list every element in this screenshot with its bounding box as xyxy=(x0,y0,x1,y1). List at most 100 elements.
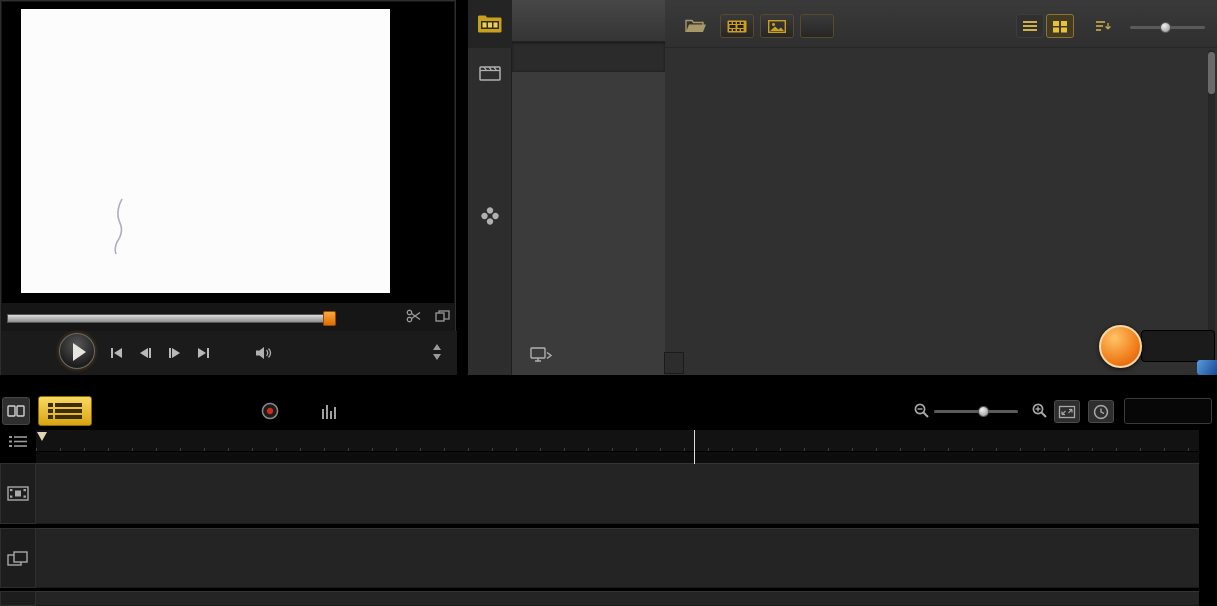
record-capture-button[interactable] xyxy=(256,397,284,425)
timeline-view-icon xyxy=(47,402,83,420)
next-frame-icon-bar xyxy=(169,348,171,358)
browse-button[interactable] xyxy=(512,340,665,368)
preview-canvas xyxy=(21,9,390,293)
next-frame-icon xyxy=(172,348,180,358)
gallery-scrollbar[interactable] xyxy=(1208,50,1215,346)
add-button[interactable] xyxy=(512,0,665,42)
media-gallery xyxy=(665,0,1217,375)
nav-transition[interactable] xyxy=(468,96,512,144)
trim-end-handle[interactable] xyxy=(323,311,336,326)
grid-view-icon xyxy=(1052,20,1068,33)
collapse-panel-button[interactable] xyxy=(664,352,684,374)
overlay-track-header[interactable] xyxy=(0,528,36,588)
enlarge-icon xyxy=(435,310,450,322)
list-view-button[interactable] xyxy=(1016,14,1044,38)
nav-graphic[interactable] xyxy=(468,192,512,240)
instant-project-icon xyxy=(478,62,502,82)
gallery-toolbar xyxy=(665,0,1217,48)
folder-icon xyxy=(685,18,707,34)
redo-button[interactable] xyxy=(198,397,226,425)
mark-out-button[interactable] xyxy=(375,306,397,326)
go-start-button[interactable] xyxy=(103,343,129,363)
filmstrip-icon xyxy=(727,20,747,33)
slider-handle[interactable] xyxy=(1160,22,1171,33)
scrollbar-thumb[interactable] xyxy=(1208,52,1215,94)
nav-filter[interactable] xyxy=(468,240,512,288)
stepper-up-icon xyxy=(433,344,441,350)
project-duration-button[interactable] xyxy=(1088,400,1114,423)
zoom-in-button[interactable] xyxy=(1026,397,1054,425)
sort-button[interactable] xyxy=(1086,14,1120,38)
timeline-timecode xyxy=(1124,398,1212,424)
gallery-grid xyxy=(665,48,1205,350)
cut-clip-button[interactable] xyxy=(403,306,425,326)
upload-speed-row xyxy=(1151,334,1214,347)
skip-end-icon-tri xyxy=(198,348,206,358)
timeline-ruler[interactable] xyxy=(36,430,1199,452)
volume-button[interactable] xyxy=(251,343,277,363)
playhead-marker[interactable] xyxy=(37,432,47,441)
sound-mixer-button[interactable] xyxy=(316,397,344,425)
timeline-view-button[interactable] xyxy=(38,396,92,426)
next-frame-button[interactable] xyxy=(161,343,187,363)
category-panel xyxy=(512,0,665,375)
category-item-sample[interactable] xyxy=(512,42,665,72)
timeline-zoom-slider[interactable] xyxy=(934,404,1018,418)
timeline-zoom-track xyxy=(934,410,1018,413)
go-end-button[interactable] xyxy=(190,343,216,363)
graphic-icon xyxy=(480,206,500,226)
filter-video-button[interactable] xyxy=(720,14,754,38)
speaker-icon xyxy=(255,346,273,360)
prev-frame-button[interactable] xyxy=(132,343,158,363)
scissors-icon xyxy=(406,309,422,323)
filter-photo-button[interactable] xyxy=(760,14,794,38)
enlarge-preview-button[interactable] xyxy=(431,306,453,326)
preview-video-area xyxy=(2,2,454,303)
record-icon xyxy=(260,401,280,421)
canvas-drawing-squiggle xyxy=(21,9,390,293)
clock-icon xyxy=(1093,404,1109,420)
timecode-stepper[interactable] xyxy=(433,343,443,361)
auto-music-button[interactable] xyxy=(372,397,400,425)
video-track-header[interactable] xyxy=(0,463,36,524)
progress-percent-badge[interactable] xyxy=(1099,325,1142,368)
track-manager-icon xyxy=(8,435,28,448)
library-nav-rail xyxy=(468,0,512,375)
skip-end-icon xyxy=(207,348,209,358)
nav-title[interactable] xyxy=(468,144,512,192)
timeline-zoom-handle[interactable] xyxy=(978,406,989,417)
list-view-icon xyxy=(1022,20,1038,32)
sort-icon xyxy=(1095,20,1112,33)
import-folder-button[interactable] xyxy=(679,14,713,38)
trim-bar[interactable] xyxy=(7,314,325,323)
repeat-loop-button[interactable] xyxy=(221,343,247,363)
track-manager-button[interactable] xyxy=(4,433,32,449)
play-icon xyxy=(73,343,86,361)
track-add-remove-toggle[interactable] xyxy=(2,453,34,463)
thumbnail-size-slider[interactable] xyxy=(1130,20,1205,34)
fit-project-button[interactable] xyxy=(1054,400,1080,423)
overlay-track[interactable] xyxy=(36,528,1199,588)
prev-frame-icon-bar xyxy=(149,348,151,358)
fit-window-icon xyxy=(1058,405,1076,419)
nav-instant-project[interactable] xyxy=(468,48,512,96)
nav-media-library[interactable] xyxy=(468,0,512,48)
stepper-down-icon xyxy=(433,354,441,360)
play-button[interactable] xyxy=(59,333,95,369)
skip-start-icon-tri xyxy=(114,348,122,358)
trim-row xyxy=(1,304,457,330)
zoom-out-button[interactable] xyxy=(908,397,936,425)
transport-bar xyxy=(1,331,457,376)
thumbnail-view-button[interactable] xyxy=(1046,14,1074,38)
title-track-header[interactable] xyxy=(0,591,36,606)
title-track[interactable] xyxy=(36,591,1199,606)
undo-button[interactable] xyxy=(140,397,168,425)
video-track[interactable] xyxy=(36,463,1199,524)
prev-frame-icon xyxy=(140,348,148,358)
filter-audio-button[interactable] xyxy=(800,14,834,38)
photo-icon xyxy=(768,20,786,33)
download-speed-row xyxy=(1151,347,1214,360)
mark-in-button[interactable] xyxy=(349,306,371,326)
timeline-panel xyxy=(0,375,1217,606)
storyboard-view-button[interactable] xyxy=(2,397,30,425)
